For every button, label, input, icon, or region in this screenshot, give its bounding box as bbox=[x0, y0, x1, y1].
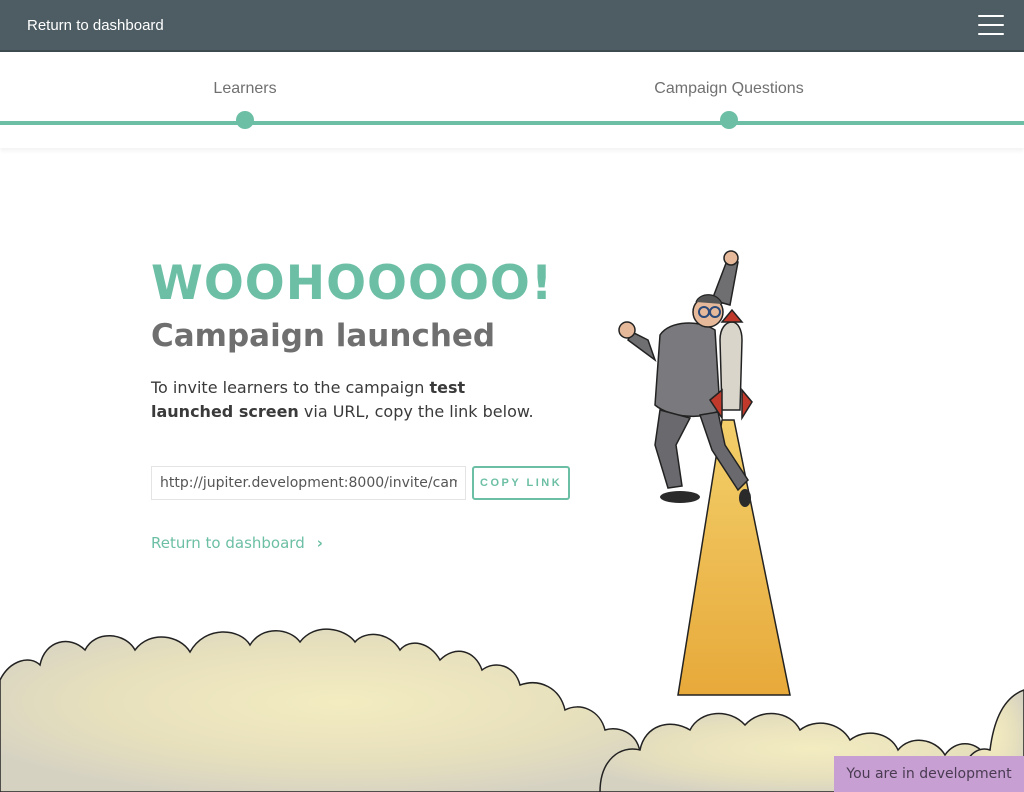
description-prefix: To invite learners to the campaign bbox=[151, 378, 430, 397]
step-campaign-questions[interactable]: Campaign Questions bbox=[654, 80, 803, 98]
return-link-label: Return to dashboard bbox=[151, 534, 305, 552]
step-label: Campaign Questions bbox=[654, 80, 804, 97]
stepper-progress-line bbox=[0, 121, 1024, 125]
hamburger-menu-icon[interactable] bbox=[978, 15, 1004, 35]
step-label: Learners bbox=[213, 80, 277, 97]
invite-link-field[interactable] bbox=[151, 466, 466, 500]
step-dot-learners[interactable] bbox=[236, 111, 254, 129]
return-to-dashboard-bottom-link[interactable]: Return to dashboard › bbox=[151, 534, 323, 552]
launch-confirmation-panel: WOOHOOOOO! Campaign launched To invite l… bbox=[151, 256, 581, 553]
campaign-launched-subhead: Campaign launched bbox=[151, 318, 496, 354]
campaign-stepper: Learners Campaign Questions bbox=[0, 52, 1024, 148]
step-learners[interactable]: Learners bbox=[213, 80, 276, 98]
top-nav-bar: Return to dashboard bbox=[0, 0, 1024, 52]
return-to-dashboard-link[interactable]: Return to dashboard bbox=[27, 17, 164, 34]
copy-link-button[interactable]: COPY LINK bbox=[472, 466, 571, 500]
step-dot-campaign-questions[interactable] bbox=[720, 111, 738, 129]
chevron-right-icon: › bbox=[316, 534, 323, 552]
description-suffix: via URL, copy the link below. bbox=[298, 402, 534, 421]
celebration-headline: WOOHOOOOO! bbox=[151, 256, 554, 311]
invite-link-row: COPY LINK bbox=[151, 466, 581, 500]
rocket-man-figure bbox=[618, 250, 753, 507]
development-environment-banner: You are in development bbox=[834, 756, 1024, 792]
invite-description: To invite learners to the campaign test … bbox=[151, 376, 551, 424]
